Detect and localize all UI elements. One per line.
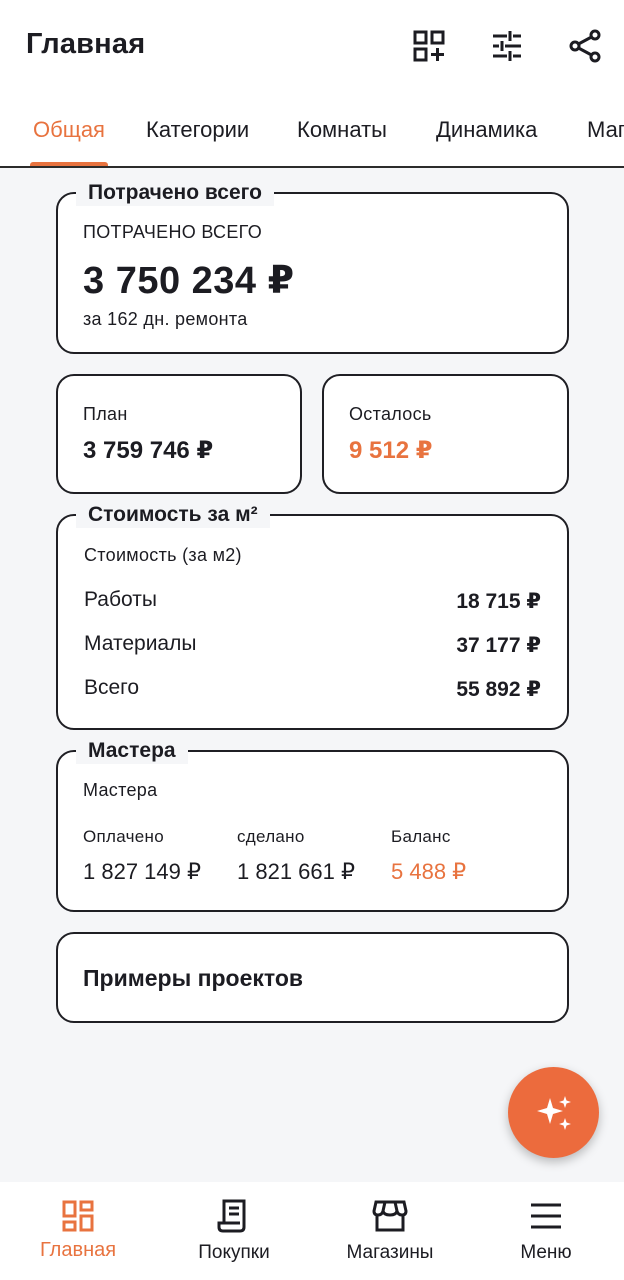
cost-row-value: 37 177 ₽ [456, 634, 541, 657]
bottom-navigation: Главная Покупки Магазины Меню [0, 1182, 624, 1280]
project-examples-label: Примеры проектов [83, 965, 304, 991]
spent-legend: Потрачено всего [76, 180, 274, 206]
masters-balance-label: Баланс [391, 827, 451, 846]
plan-label: План [83, 404, 128, 424]
tab-bar: Общая Категории Комнаты Динамика Магазин… [0, 100, 624, 168]
tab-categories[interactable]: Категории [146, 117, 249, 143]
sparkles-icon [536, 1095, 571, 1130]
nav-purchases[interactable]: Покупки [156, 1182, 312, 1280]
cost-legend: Стоимость за м² [76, 502, 270, 528]
masters-done-label: сделано [237, 827, 305, 846]
cost-per-m2-card[interactable]: Стоимость за м² Стоимость (за м2) Работы… [56, 502, 569, 730]
store-icon [372, 1198, 408, 1234]
remaining-label: Осталось [349, 404, 432, 424]
spent-amount: 3 750 234 ₽ [83, 260, 295, 302]
project-examples-card[interactable]: Примеры проектов [56, 932, 569, 1023]
plan-value: 3 759 746 ₽ [83, 437, 214, 464]
remaining-card[interactable]: Осталось 9 512 ₽ [322, 374, 569, 494]
tab-active-indicator [30, 162, 108, 166]
share-icon[interactable] [565, 26, 605, 66]
ai-assistant-button[interactable] [508, 1067, 599, 1158]
nav-menu[interactable]: Меню [468, 1182, 624, 1280]
tab-dynamics[interactable]: Динамика [436, 117, 537, 143]
spent-caption: ПОТРАЧЕНО ВСЕГО [83, 222, 262, 242]
tab-rooms[interactable]: Комнаты [297, 117, 387, 143]
nav-stores[interactable]: Магазины [312, 1182, 468, 1280]
sliders-icon[interactable] [487, 26, 527, 66]
nav-home-label: Главная [39, 1239, 117, 1261]
receipt-icon [216, 1198, 252, 1234]
menu-icon [528, 1198, 564, 1234]
cost-row-value: 18 715 ₽ [456, 590, 541, 613]
masters-balance-value: 5 488 ₽ [391, 859, 467, 884]
cost-row-label: Всего [84, 676, 140, 699]
masters-card[interactable]: Мастера Мастера Оплачено 1 827 149 ₽ сде… [56, 738, 569, 912]
app-bar: Главная Общая Категории Комнаты Динамика… [0, 0, 624, 168]
nav-purchases-label: Покупки [198, 1242, 270, 1263]
nav-menu-label: Меню [520, 1242, 572, 1263]
masters-legend: Мастера [76, 738, 188, 764]
nav-home[interactable]: Главная [0, 1182, 156, 1280]
masters-paid-value: 1 827 149 ₽ [83, 859, 201, 884]
remaining-value: 9 512 ₽ [349, 437, 433, 464]
spent-total-card[interactable]: Потрачено всего ПОТРАЧЕНО ВСЕГО 3 750 23… [56, 180, 569, 354]
plan-card[interactable]: План 3 759 746 ₽ [56, 374, 302, 494]
cost-row-label: Материалы [84, 632, 197, 655]
cost-row-label: Работы [84, 588, 157, 611]
qr-add-icon[interactable] [409, 26, 449, 66]
nav-stores-label: Магазины [346, 1242, 434, 1263]
spent-subtitle: за 162 дн. ремонта [83, 309, 248, 329]
cost-caption: Стоимость (за м2) [84, 545, 242, 565]
masters-caption: Мастера [83, 780, 158, 800]
dashboard-icon [60, 1198, 96, 1234]
tab-stores[interactable]: Магазины [587, 117, 624, 143]
masters-paid-label: Оплачено [83, 827, 164, 846]
cost-row-value: 55 892 ₽ [456, 678, 541, 701]
tab-general[interactable]: Общая [33, 117, 105, 143]
masters-done-value: 1 821 661 ₽ [237, 859, 355, 884]
page-title: Главная [26, 28, 146, 60]
